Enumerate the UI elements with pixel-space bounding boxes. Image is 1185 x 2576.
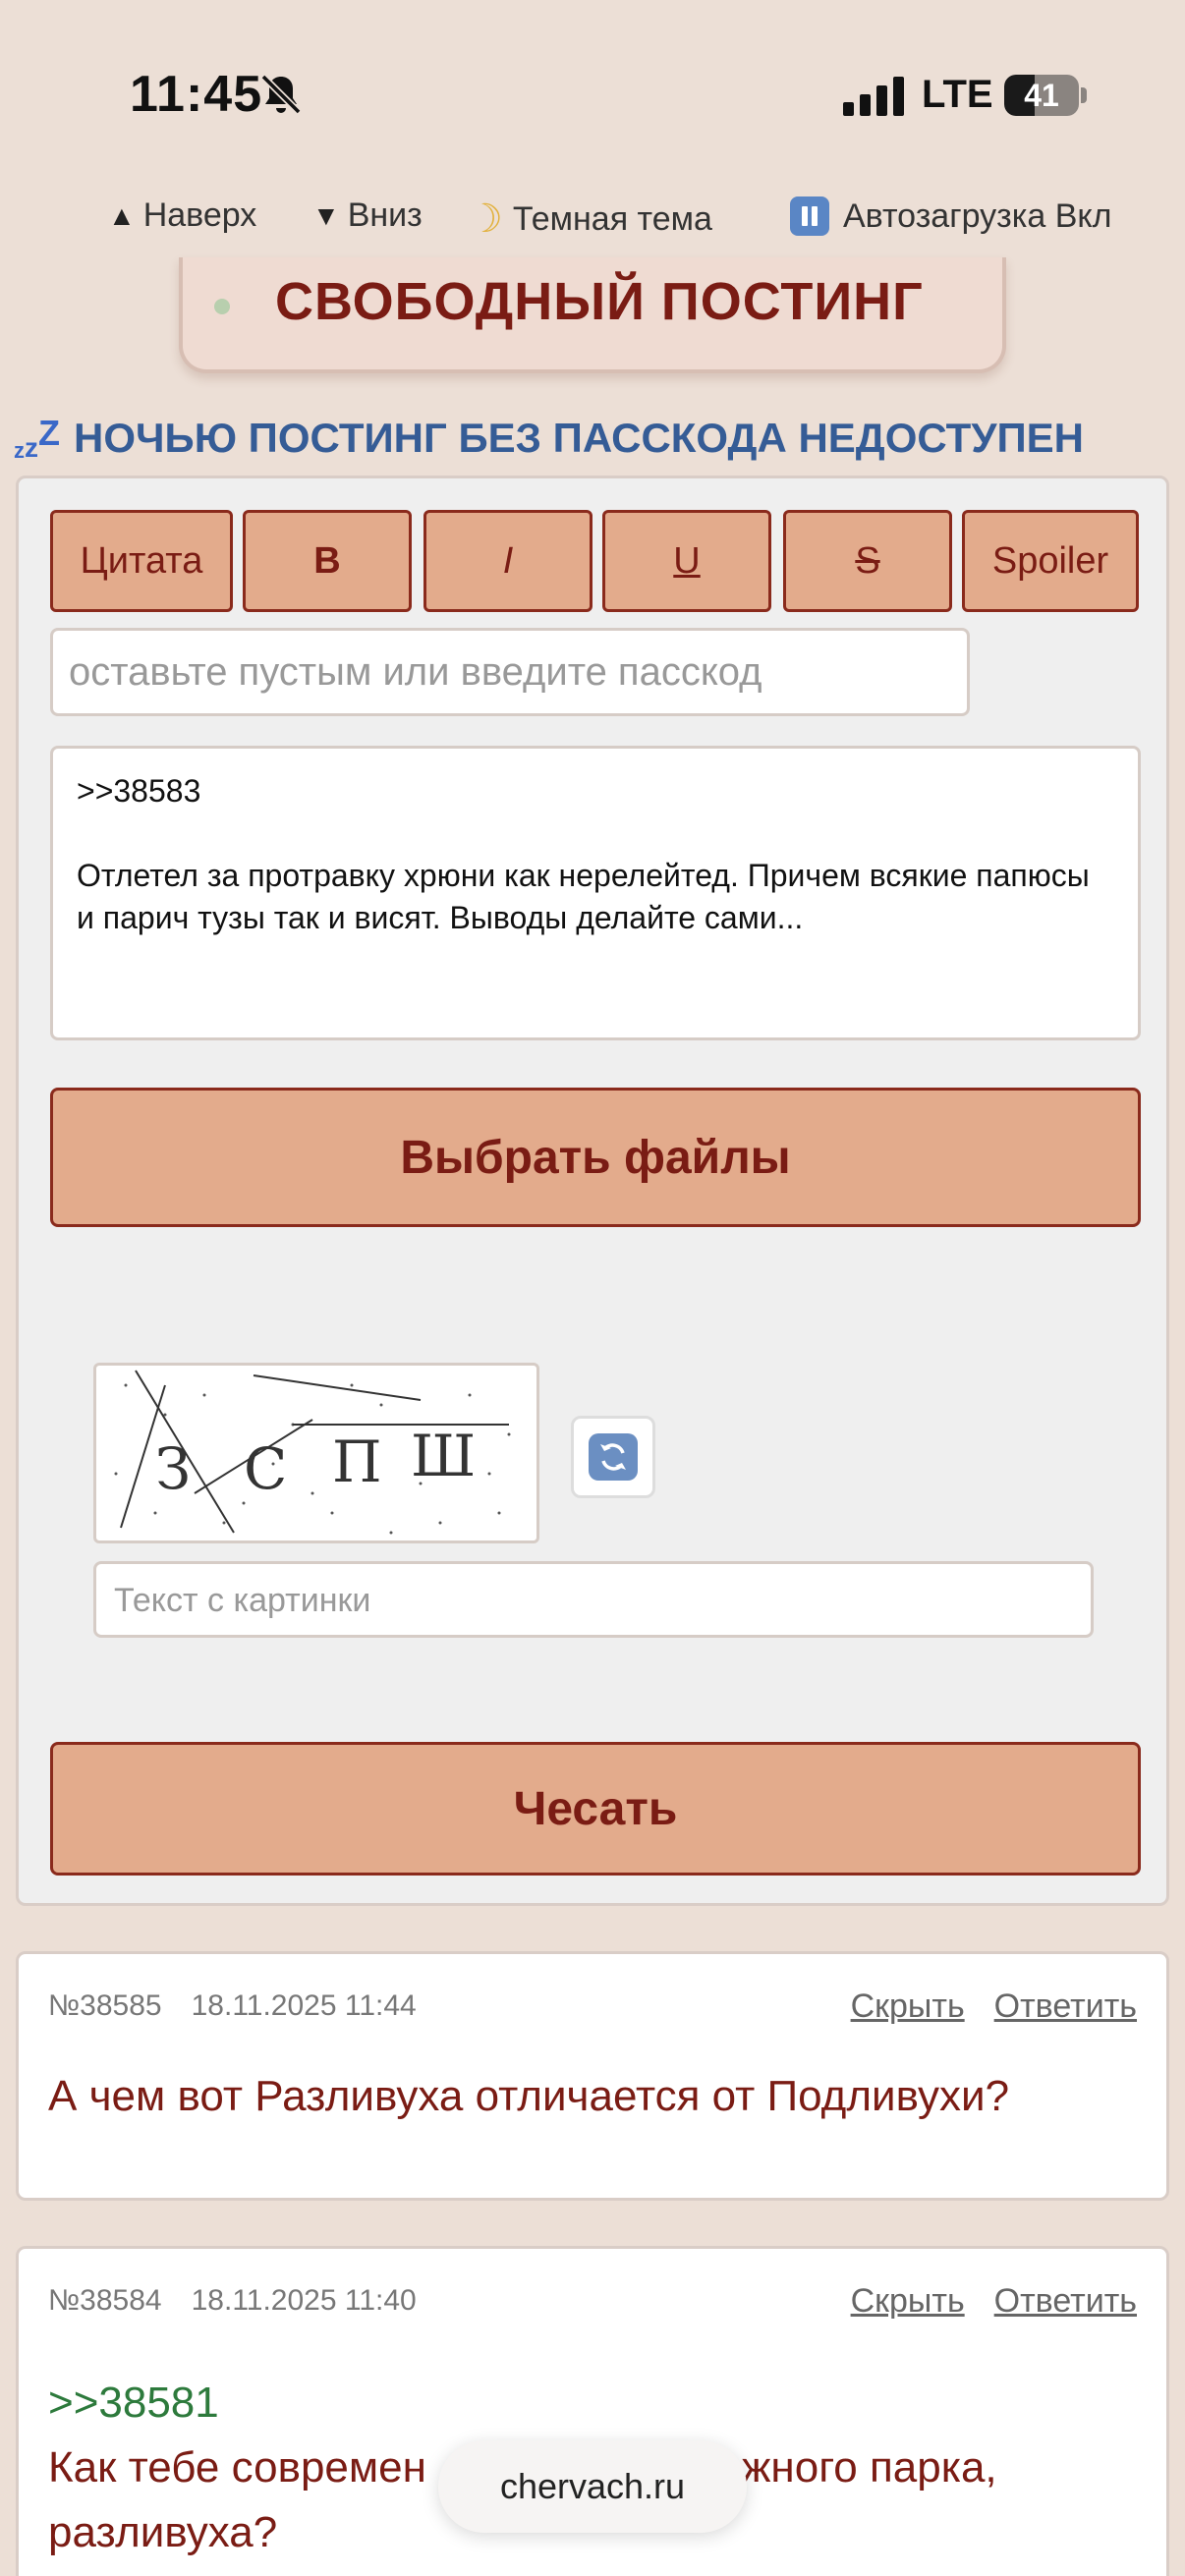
arrow-down-icon: ▼ xyxy=(312,199,340,231)
quote-button[interactable]: Цитата xyxy=(50,510,233,612)
captcha-letter: С xyxy=(244,1435,287,1502)
captcha-image: З С П Ш xyxy=(93,1363,539,1543)
choose-files-button[interactable]: Выбрать файлы xyxy=(50,1088,1141,1227)
board-banner: СВОБОДНЫЙ ПОСТИНГ xyxy=(179,257,1006,373)
post-form: Цитата B I U S Spoiler оставьте пустым и… xyxy=(16,476,1169,1906)
post-meta: №38585 18.11.2025 11:44 xyxy=(48,1989,417,2023)
autoload-toggle[interactable]: Автозагрузка Вкл xyxy=(790,196,1111,236)
refresh-icon xyxy=(600,1443,626,1471)
captcha-letter: Ш xyxy=(411,1423,476,1489)
strike-button[interactable]: S xyxy=(783,510,952,612)
post-reply-link[interactable]: >>38581 xyxy=(48,2371,1137,2436)
pause-icon xyxy=(790,196,829,236)
post-date: 18.11.2025 11:44 xyxy=(191,1989,417,2022)
captcha-input[interactable]: Текст с картинки xyxy=(93,1561,1094,1638)
post-number[interactable]: №38585 xyxy=(48,1989,162,2022)
status-time: 11:45 xyxy=(130,66,263,123)
night-warning-text: НОЧЬЮ ПОСТИНГ БЕЗ ПАССКОДА НЕДОСТУПЕН xyxy=(74,415,1084,461)
post-actions: Скрыть Ответить xyxy=(821,2282,1137,2321)
post-meta: №38584 18.11.2025 11:40 xyxy=(48,2284,417,2318)
message-text: Отлетел за протравку хрюни как нерелейте… xyxy=(77,858,1090,935)
bell-off-icon xyxy=(260,74,302,115)
nav-up-label: Наверх xyxy=(142,196,257,234)
message-textarea[interactable]: >>38583 Отлетел за протравку хрюни как н… xyxy=(50,746,1141,1040)
arrow-up-icon: ▲ xyxy=(108,199,136,231)
autoload-label: Автозагрузка Вкл xyxy=(843,196,1112,235)
post-date: 18.11.2025 11:40 xyxy=(191,2284,417,2317)
submit-button[interactable]: Чесать xyxy=(50,1742,1141,1876)
dark-theme-toggle[interactable]: ☽ Темная тема xyxy=(468,196,712,242)
hide-link[interactable]: Скрыть xyxy=(851,1988,965,2025)
dark-theme-label: Темная тема xyxy=(512,199,712,238)
moon-icon: ☽ xyxy=(468,197,503,241)
post-actions: Скрыть Ответить xyxy=(821,1988,1137,2026)
nav-up-link[interactable]: ▲ Наверх xyxy=(108,196,256,235)
post-text-tail: жного парка, xyxy=(742,2443,997,2492)
battery-level: 41 xyxy=(1024,78,1059,113)
nav-down-link[interactable]: ▼ Вниз xyxy=(312,196,423,235)
post-number[interactable]: №38584 xyxy=(48,2284,162,2317)
status-dot xyxy=(214,299,230,314)
message-reply-ref: >>38583 xyxy=(77,773,201,809)
night-warning: zzZ НОЧЬЮ ПОСТИНГ БЕЗ ПАССКОДА НЕДОСТУПЕ… xyxy=(14,413,1084,464)
nav-down-label: Вниз xyxy=(347,196,423,234)
top-nav: ▲ Наверх ▼ Вниз ☽ Темная тема Автозагруз… xyxy=(0,196,1185,246)
italic-button[interactable]: I xyxy=(423,510,592,612)
signal-icon xyxy=(843,77,904,116)
board-title: СВОБОДНЫЙ ПОСТИНГ xyxy=(275,272,924,331)
captcha-letter: П xyxy=(332,1428,382,1495)
hide-link[interactable]: Скрыть xyxy=(851,2282,965,2320)
network-type: LTE xyxy=(922,73,993,116)
post-text: Как тебе современ xyxy=(48,2443,426,2492)
browser-url-bar[interactable]: chervach.ru xyxy=(438,2440,747,2533)
post-body: А чем вот Разливуха отличается от Подлив… xyxy=(48,2072,1010,2120)
sleep-icon: zzZ xyxy=(14,413,60,463)
captcha-refresh-button[interactable] xyxy=(571,1416,655,1498)
reply-link[interactable]: Ответить xyxy=(994,2282,1137,2320)
battery-icon: 41 xyxy=(1004,75,1087,116)
post-card: №38585 18.11.2025 11:44 Скрыть Ответить А … xyxy=(16,1951,1169,2201)
captcha-letter: З xyxy=(155,1435,191,1502)
reply-link[interactable]: Ответить xyxy=(994,1988,1137,2025)
bold-button[interactable]: B xyxy=(243,510,412,612)
underline-button[interactable]: U xyxy=(602,510,771,612)
spoiler-button[interactable]: Spoiler xyxy=(962,510,1139,612)
passcode-input[interactable]: оставьте пустым или введите пасскод xyxy=(50,628,970,716)
